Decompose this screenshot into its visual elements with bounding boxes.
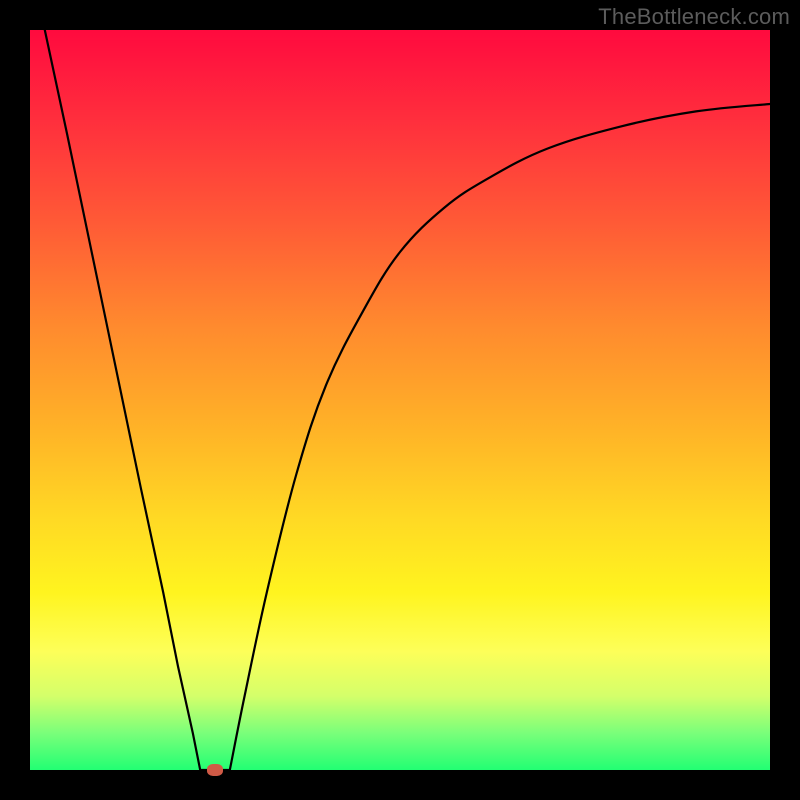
bottleneck-curve: [30, 30, 770, 770]
watermark-text: TheBottleneck.com: [598, 4, 790, 30]
optimal-marker: [207, 764, 223, 776]
chart-frame: TheBottleneck.com: [0, 0, 800, 800]
plot-area: [30, 30, 770, 770]
curve-path: [45, 30, 770, 770]
